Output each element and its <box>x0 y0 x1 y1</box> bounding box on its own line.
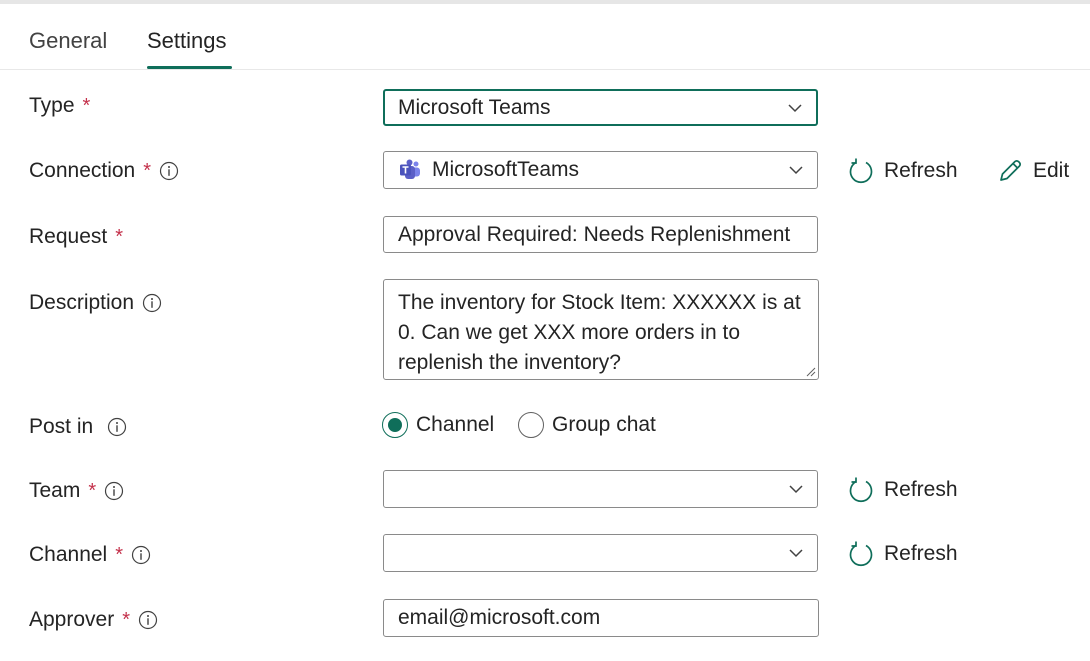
description-textarea-value: The inventory for Stock Item: XXXXXX is … <box>398 291 801 374</box>
radio-group-chat[interactable]: Group chat <box>518 412 656 438</box>
chevron-down-icon <box>789 547 803 559</box>
tab-general[interactable]: General <box>29 28 107 54</box>
radio-circle <box>518 412 544 438</box>
required-asterisk: * <box>115 225 124 248</box>
refresh-label: Refresh <box>884 478 958 501</box>
edit-label: Edit <box>1033 159 1070 182</box>
connection-label: Connection * <box>29 159 179 183</box>
chevron-down-icon <box>789 164 803 176</box>
post-in-label: Post in <box>29 415 127 439</box>
connection-dropdown-value: MicrosoftTeams <box>432 158 580 181</box>
request-input-value: Approval Required: Needs Replenishment <box>398 222 791 246</box>
approver-label: Approver * <box>29 608 158 632</box>
info-icon[interactable] <box>104 481 124 501</box>
type-dropdown[interactable]: Microsoft Teams <box>383 89 818 126</box>
team-dropdown[interactable] <box>383 470 818 508</box>
info-icon[interactable] <box>107 417 127 437</box>
radio-dot <box>388 418 402 432</box>
connection-refresh-button[interactable]: Refresh <box>847 157 958 185</box>
required-asterisk: * <box>143 159 152 182</box>
edit-pencil-icon <box>1000 160 1021 181</box>
type-dropdown-value: Microsoft Teams <box>398 95 551 119</box>
info-icon[interactable] <box>138 610 158 630</box>
team-refresh-button[interactable]: Refresh <box>847 476 958 504</box>
channel-dropdown[interactable] <box>383 534 818 572</box>
tab-settings[interactable]: Settings <box>147 28 227 54</box>
radio-group-chat-label: Group chat <box>552 413 656 436</box>
description-textarea[interactable]: The inventory for Stock Item: XXXXXX is … <box>383 279 819 380</box>
description-label: Description <box>29 291 162 315</box>
tab-bar: General Settings <box>0 4 1090 70</box>
teams-icon <box>398 158 422 182</box>
required-asterisk: * <box>88 479 97 502</box>
approver-input[interactable]: email@microsoft.com <box>383 599 819 637</box>
description-label-text: Description <box>29 291 135 314</box>
radio-channel[interactable]: Channel <box>382 412 494 438</box>
type-label-text: Type <box>29 94 75 117</box>
resize-grip-icon[interactable] <box>804 365 816 377</box>
required-asterisk: * <box>115 543 124 566</box>
active-tab-indicator <box>147 66 232 69</box>
refresh-icon <box>849 541 873 566</box>
refresh-icon <box>849 158 873 183</box>
info-icon[interactable] <box>142 293 162 313</box>
request-label: Request * <box>29 225 123 249</box>
radio-circle <box>382 412 408 438</box>
info-icon[interactable] <box>159 161 179 181</box>
approver-label-text: Approver <box>29 608 115 631</box>
connection-label-text: Connection <box>29 159 136 182</box>
chevron-down-icon <box>789 483 803 495</box>
refresh-label: Refresh <box>884 542 958 565</box>
info-icon[interactable] <box>131 545 151 565</box>
approver-input-value: email@microsoft.com <box>398 606 601 629</box>
connection-edit-button[interactable]: Edit <box>996 157 1069 185</box>
post-in-label-text: Post in <box>29 415 94 438</box>
refresh-icon <box>849 477 873 502</box>
team-label: Team * <box>29 479 124 503</box>
radio-channel-label: Channel <box>416 413 495 436</box>
chevron-down-icon <box>788 102 802 114</box>
connection-dropdown[interactable]: MicrosoftTeams <box>383 151 818 189</box>
channel-label-text: Channel <box>29 543 108 566</box>
team-label-text: Team <box>29 479 81 502</box>
channel-refresh-button[interactable]: Refresh <box>847 540 958 568</box>
request-input[interactable]: Approval Required: Needs Replenishment <box>383 216 818 253</box>
required-asterisk: * <box>82 94 91 117</box>
type-label: Type * <box>29 94 90 118</box>
required-asterisk: * <box>122 608 131 631</box>
channel-label: Channel * <box>29 543 151 567</box>
refresh-label: Refresh <box>884 159 958 182</box>
request-label-text: Request <box>29 225 108 248</box>
